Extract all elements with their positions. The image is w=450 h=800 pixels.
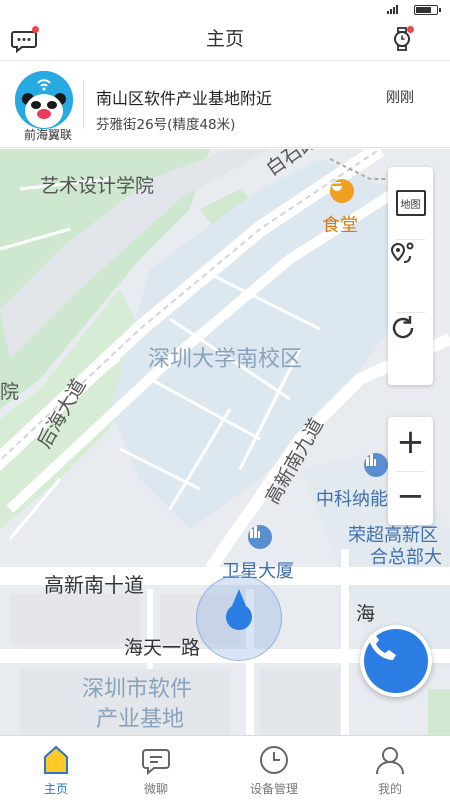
refresh-icon xyxy=(392,316,414,339)
zoom-out-button[interactable]: − xyxy=(388,471,433,525)
map-label-software-base-2: 产业基地 xyxy=(96,707,185,732)
device-avatar[interactable] xyxy=(15,71,73,129)
map-label-casc: 中科纳能 xyxy=(316,489,388,510)
tab-device-management[interactable]: 设备管理 xyxy=(218,736,330,800)
map-label-yuan-partial: 院 xyxy=(0,381,20,403)
home-icon xyxy=(40,744,72,776)
map-label-gaoxin-10th: 高新南十道 xyxy=(44,573,144,597)
map-type-icon: 地图 xyxy=(395,190,426,216)
map-label-haitian-1st: 海天一路 xyxy=(124,637,201,659)
card-divider xyxy=(83,81,84,129)
map-type-button[interactable]: 地图 xyxy=(388,167,433,239)
map-label-hai-partial: 海 xyxy=(356,603,376,625)
signal-icon xyxy=(387,5,398,14)
map-label-canteen: 食堂 xyxy=(322,215,358,236)
tab-bar: 主页 微聊 设备管理 我的 xyxy=(0,735,450,800)
tab-label: 主页 xyxy=(43,782,68,796)
battery-icon xyxy=(414,5,441,15)
location-address: 南山区软件产业基地附近 xyxy=(96,89,273,108)
tab-me[interactable]: 我的 xyxy=(334,736,446,800)
tab-label: 我的 xyxy=(377,782,402,796)
tab-label: 设备管理 xyxy=(249,782,298,796)
location-time: 刚刚 xyxy=(386,90,414,106)
zoom-controls: + − xyxy=(388,417,433,525)
tab-label: 微聊 xyxy=(143,782,168,796)
call-button[interactable] xyxy=(360,625,432,697)
refresh-button[interactable] xyxy=(388,313,433,385)
canteen-icon[interactable] xyxy=(330,179,354,203)
map-label-szu-south: 深圳大学南校区 xyxy=(148,347,303,372)
building-icon[interactable] xyxy=(364,453,388,477)
page-title: 主页 xyxy=(205,28,244,50)
watch-icon[interactable] xyxy=(385,22,419,56)
route-icon xyxy=(390,242,414,263)
user-icon xyxy=(374,744,406,776)
tab-home[interactable]: 主页 xyxy=(0,736,112,800)
route-button[interactable] xyxy=(388,240,433,312)
map-view[interactable]: 艺术设计学院 白石路 食堂 深圳大学南校区 后海大道 院 高新南九道 中科纳能 … xyxy=(0,149,450,735)
device-name: 前海翼联 xyxy=(23,128,72,142)
phone-icon xyxy=(369,633,396,660)
map-label-rongchao-2: 合总部大 xyxy=(370,547,442,568)
tab-chat[interactable]: 微聊 xyxy=(100,736,212,800)
nav-bar: 主页 xyxy=(0,18,450,60)
map-controls: 地图 xyxy=(388,167,433,385)
zoom-in-button[interactable]: + xyxy=(388,417,433,471)
clock-icon xyxy=(258,744,290,776)
chat-icon xyxy=(140,744,172,776)
location-card[interactable]: 前海翼联 南山区软件产业基地附近 芬雅街26号(精度48米) 刚刚 xyxy=(0,60,450,148)
location-street: 芬雅街26号(精度48米) xyxy=(96,117,236,133)
location-marker-icon[interactable] xyxy=(222,589,256,633)
notification-dot xyxy=(407,26,414,33)
building-icon[interactable] xyxy=(248,525,272,549)
status-bar xyxy=(0,0,450,18)
map-label-art-school: 艺术设计学院 xyxy=(40,175,155,197)
map-type-label: 地图 xyxy=(400,199,421,211)
map-label-software-base: 深圳市软件 xyxy=(82,677,193,702)
